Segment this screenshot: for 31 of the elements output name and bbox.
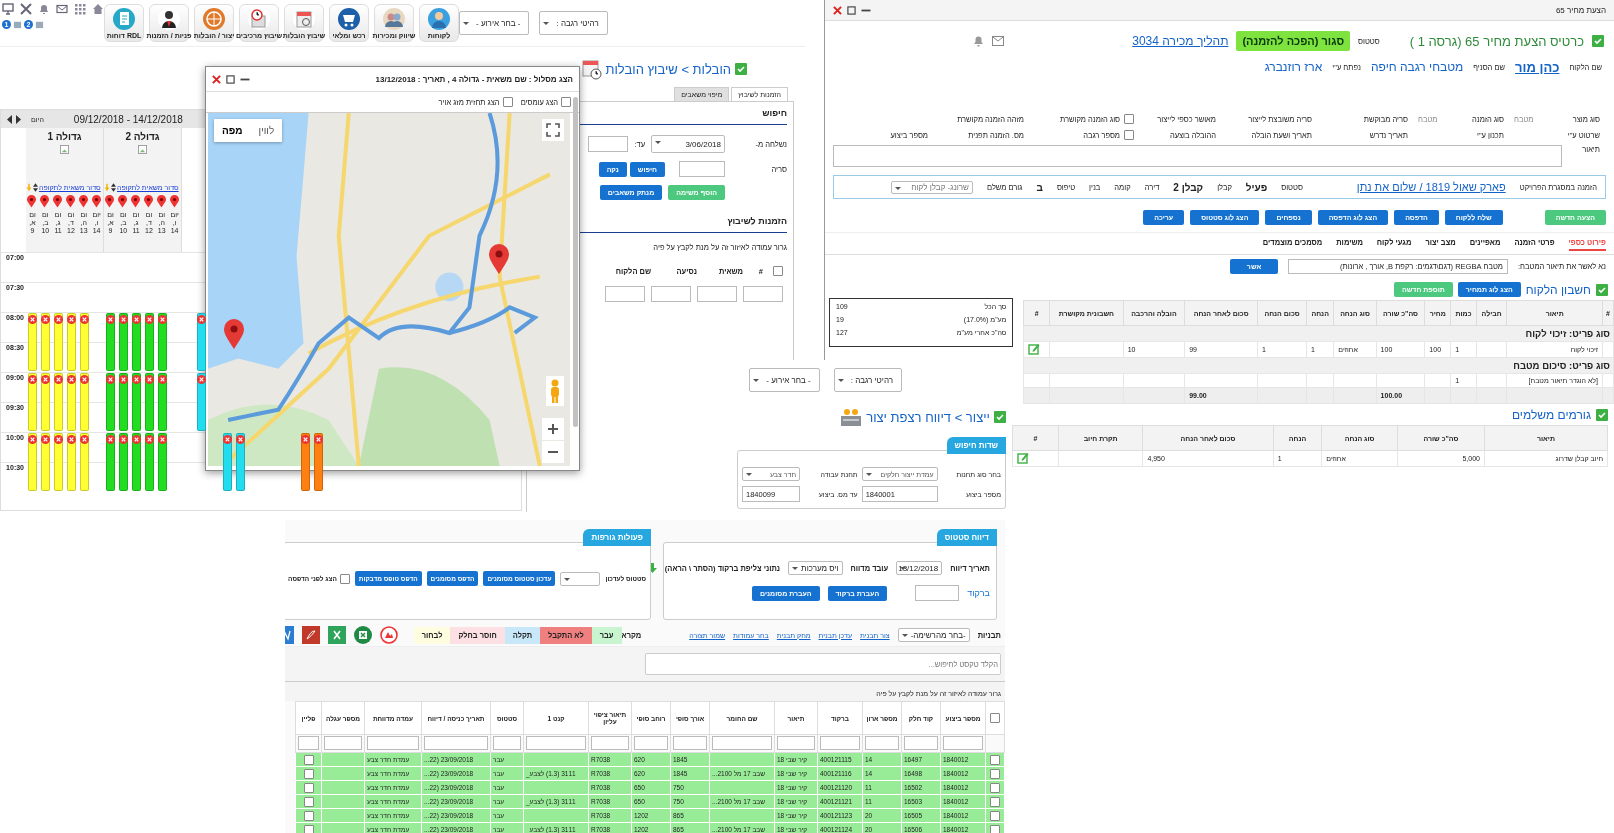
section-title: גורמים משלמים: [1511, 408, 1591, 422]
field-value: מטבחי רגבה חיפה: [1371, 60, 1464, 74]
dropdown[interactable]: -בחר מהרשימה-: [897, 628, 970, 642]
field-value: ב: [1036, 181, 1043, 193]
window-title: הצג מסלול : שם משאית - גדולה 4 , תאריך : 13/12/2018: [375, 74, 573, 84]
link[interactable]: תהליך מכירה 3034: [1132, 34, 1229, 48]
field-value: פעיל: [1245, 181, 1268, 193]
dropdown[interactable]: רהיטי רגבה :: [539, 11, 608, 35]
truck-name: גדולה 1: [47, 131, 82, 142]
date-range: 09/12/2018 - 14/12/2018: [73, 113, 183, 125]
window-title: הצעת מחיר 65: [1555, 5, 1606, 15]
map-type-tab[interactable]: לווין: [250, 119, 283, 142]
field-label: ברקוד: [967, 588, 990, 598]
field-value: ארז רוזנברג: [1264, 60, 1323, 74]
link[interactable]: פארק שאול 1819 / שלום את נתן: [1356, 181, 1506, 193]
section-title: חשבון הלקוח: [1525, 282, 1591, 297]
dropdown[interactable]: 13/12/2018: [896, 561, 943, 575]
card-title: כרטיס הצעת מחיר 65 (גרסה 1 ): [1409, 33, 1584, 49]
field-value: קבלן 2: [1173, 181, 1204, 193]
dropdown[interactable]: - בחר אירוע -: [749, 368, 820, 392]
dropdown[interactable]: ויס מערכות: [788, 561, 843, 575]
dropdown[interactable]: שרונג- קבלן לקוח: [890, 180, 973, 194]
truck-name: גדולה 2: [125, 131, 160, 142]
breadcrumb[interactable]: ייצור > דיווח רצפת יצור: [866, 409, 990, 425]
map-type-tab[interactable]: מפה: [214, 119, 251, 142]
status-badge: סגור (הפכה להזמנה): [1236, 31, 1351, 51]
dropdown[interactable]: רהיטי רגבה :: [833, 368, 902, 392]
breadcrumb[interactable]: הובלות > שיבוץ הובלות: [605, 61, 731, 77]
link[interactable]: כהן מור: [1515, 59, 1560, 75]
dropdown[interactable]: - בחר אירוע -: [459, 11, 530, 35]
dropdown[interactable]: 3/06/2018: [651, 135, 725, 153]
